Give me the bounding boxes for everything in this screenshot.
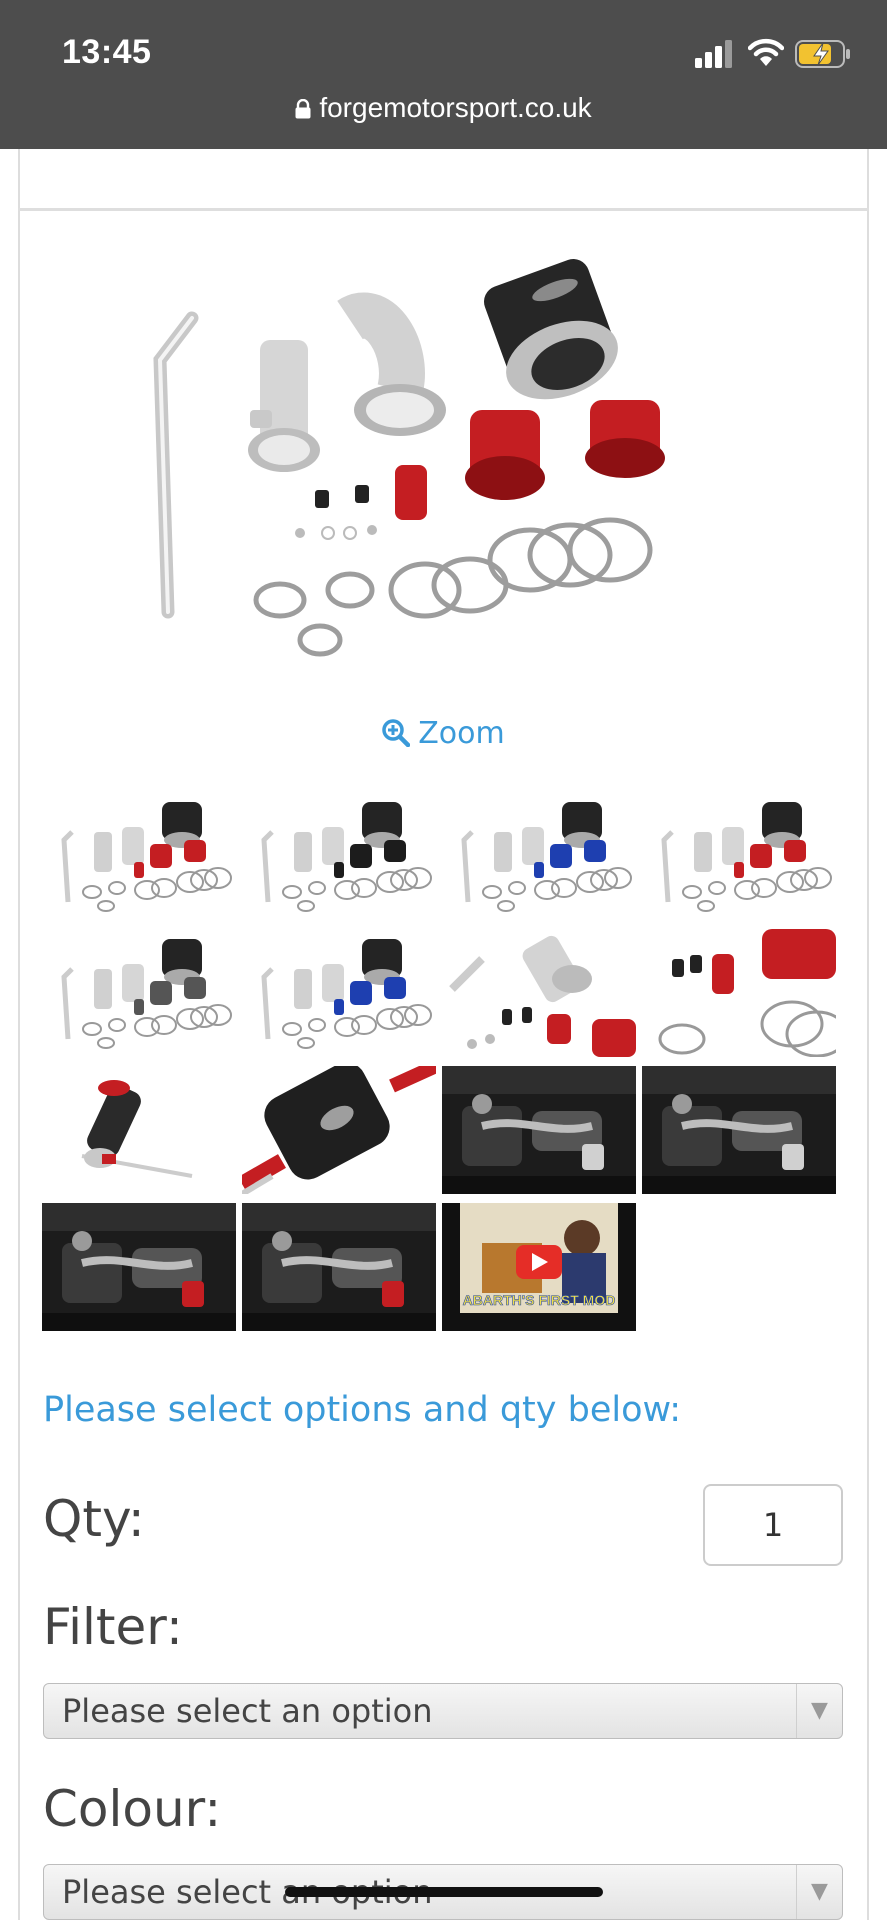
thumbnail-image <box>642 929 836 1057</box>
thumbnail-image <box>642 1066 836 1194</box>
thumbnail-image <box>242 929 436 1057</box>
thumbnail-image <box>42 1066 236 1194</box>
wifi-icon <box>748 38 784 66</box>
filter-select-value: Please select an option <box>62 1692 433 1730</box>
product-thumbnail[interactable] <box>42 929 236 1057</box>
svg-text:ABARTH'S FIRST MOD: ABARTH'S FIRST MOD <box>463 1292 616 1308</box>
product-thumbnail[interactable] <box>242 1203 436 1331</box>
thumbnail-image <box>642 792 836 920</box>
lock-icon <box>295 99 311 119</box>
product-thumbnail[interactable] <box>42 1203 236 1331</box>
zoom-link[interactable]: Zoom <box>0 716 887 751</box>
chevron-down-icon: ▼ <box>796 1684 842 1738</box>
product-thumbnail[interactable] <box>442 929 636 1057</box>
thumbnail-image <box>242 792 436 920</box>
thumbnail-image <box>42 1203 236 1331</box>
divider <box>18 208 869 211</box>
cellular-signal-icon <box>695 40 732 68</box>
thumbnail-image <box>442 1066 636 1194</box>
zoom-in-icon <box>382 719 411 747</box>
product-thumbnail[interactable] <box>242 792 436 920</box>
video-play-icon: ABARTH'S FIRST MOD <box>442 1203 636 1331</box>
product-thumbnail[interactable] <box>642 929 836 1057</box>
qty-input[interactable]: 1 <box>703 1484 843 1566</box>
colour-label: Colour: <box>43 1780 222 1838</box>
qty-label: Qty: <box>43 1490 145 1548</box>
product-thumbnail[interactable] <box>242 929 436 1057</box>
video-thumbnail[interactable]: ABARTH'S FIRST MOD <box>442 1203 636 1331</box>
filter-select[interactable]: Please select an option ▼ <box>43 1683 843 1739</box>
thumbnail-image <box>42 929 236 1057</box>
product-main-image[interactable] <box>150 240 730 680</box>
product-thumbnail[interactable] <box>642 792 836 920</box>
thumbnail-image <box>42 792 236 920</box>
product-thumbnail[interactable] <box>642 1066 836 1194</box>
thumbnail-image <box>442 929 636 1057</box>
product-thumbnail[interactable] <box>42 1066 236 1194</box>
thumbnail-image <box>242 1066 436 1194</box>
battery-charging-icon <box>795 40 850 68</box>
chevron-down-icon: ▼ <box>796 1865 842 1919</box>
zoom-label: Zoom <box>418 716 505 751</box>
browser-top-bar: 13:45 forgemotorsport.co.uk <box>0 0 887 149</box>
home-indicator <box>285 1887 603 1897</box>
thumbnail-image <box>442 792 636 920</box>
product-thumbnail[interactable] <box>42 792 236 920</box>
product-thumbnail[interactable] <box>442 792 636 920</box>
options-prompt: Please select options and qty below: <box>43 1390 681 1430</box>
url-text: forgemotorsport.co.uk <box>319 92 592 123</box>
filter-label: Filter: <box>43 1598 183 1656</box>
thumbnail-image <box>242 1203 436 1331</box>
product-thumbnail[interactable] <box>442 1066 636 1194</box>
address-bar[interactable]: forgemotorsport.co.uk <box>0 92 887 124</box>
status-time: 13:45 <box>62 33 152 71</box>
product-thumbnail[interactable] <box>242 1066 436 1194</box>
